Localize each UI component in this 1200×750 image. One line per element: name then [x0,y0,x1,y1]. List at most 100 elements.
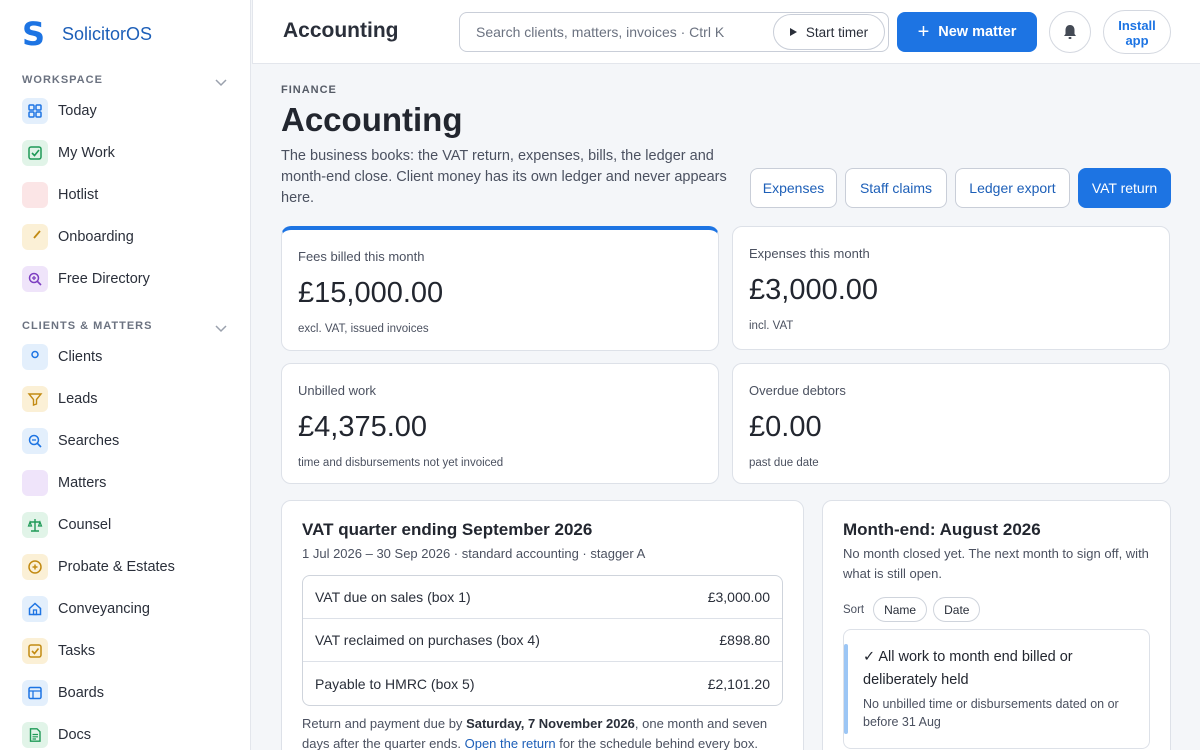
sidebar-item-docs[interactable]: Docs [22,720,237,750]
sidebar-item-my-work[interactable]: My Work [22,138,237,168]
checkbox-icon [22,638,48,664]
vat-panel-title: VAT quarter ending September 2026 [302,520,593,539]
sidebar-item-label: Boards [58,685,104,701]
header-title: Accounting [283,19,399,42]
brand-name: SolicitorOS [62,23,153,44]
install-app-button[interactable]: Install app [1103,10,1171,54]
stat-value: £15,000.00 [298,277,444,309]
sidebar-item-today[interactable]: Today [22,96,237,126]
sidebar-item-label: Docs [58,727,92,743]
sidebar-item-label: Matters [58,475,107,491]
sidebar-item-label: Onboarding [58,229,134,245]
vat-footer-prefix: Return and payment due by [302,716,467,731]
sidebar-item-counsel[interactable]: Counsel [22,510,237,540]
vat-footer-note: Return and payment due by Saturday, 7 No… [302,714,772,750]
sidebar-item-tasks[interactable]: Tasks [22,636,237,666]
check-subtitle: No unbilled time or disbursements dated … [863,697,1119,729]
sidebar-item-label: Conveyancing [58,601,150,617]
sidebar-item-label: Leads [58,391,98,407]
sidebar-item-label: Probate & Estates [58,559,175,575]
sidebar-item-matters[interactable]: Matters [22,468,237,498]
stat-card-overdue-debtors[interactable]: Overdue debtors £0.00 past due date [732,363,1170,484]
brand[interactable]: S SolicitorOS [22,18,153,50]
stat-value: £3,000.00 [749,274,879,306]
play-icon [789,28,797,36]
table-row[interactable]: VAT due on sales (box 1) £3,000.00 [303,576,782,619]
vat-row-value: £3,000.00 [707,589,770,605]
sidebar-item-clients[interactable]: Clients [22,342,237,372]
home-icon [22,596,48,622]
document-icon [22,722,48,748]
new-matter-button[interactable]: + New matter [897,12,1037,52]
start-timer-label: Start timer [805,24,869,40]
vat-return-button[interactable]: VAT return [1078,168,1171,208]
sidebar-item-label: Tasks [58,643,96,659]
table-row[interactable]: VAT reclaimed on purchases (box 4) £898.… [303,619,782,662]
sidebar-item-label: Searches [58,433,120,449]
sidebar-item-free-directory[interactable]: Free Directory [22,264,237,294]
sidebar-item-hotlist[interactable]: Hotlist [22,180,237,210]
vat-footer-suffix: for the schedule behind every box. [555,736,759,750]
sidebar-item-onboarding[interactable]: Onboarding [22,222,237,252]
ledger-export-button[interactable]: Ledger export [955,168,1070,208]
check-accent-bar [844,644,848,734]
install-label: Install [1118,18,1156,33]
stat-sub: incl. VAT [749,320,794,332]
sidebar-item-label: Clients [58,349,103,365]
month-end-subtitle: No month closed yet. The next month to s… [843,546,1149,581]
stat-card-expenses[interactable]: Expenses this month £3,000.00 incl. VAT [732,226,1170,350]
stat-sub: excl. VAT, issued invoices [298,323,429,335]
sidebar: S SolicitorOS WORKSPACE Today My Work Hotl… [0,0,251,750]
open-return-link[interactable]: Open the return [465,736,556,750]
page-eyebrow: FINANCE [281,84,337,96]
scales-icon [22,512,48,538]
chevron-down-icon[interactable] [214,75,228,89]
sidebar-item-probate-and-estates[interactable]: Probate & Estates [22,552,237,582]
sidebar-item-conveyancing[interactable]: Conveyancing [22,594,237,624]
sort-by-date-chip[interactable]: Date [933,597,981,622]
sidebar-item-label: Counsel [58,517,112,533]
folder-icon [22,470,48,496]
vat-row-value: £898.80 [719,632,770,648]
month-end-check-item[interactable]: ✓ All work to month end billed or delibe… [843,629,1150,749]
brush-icon [22,224,48,250]
sort-by-name-chip[interactable]: Name [873,597,928,622]
sort-label: Sort [843,603,865,616]
vat-row-label: VAT reclaimed on purchases (box 4) [315,632,540,648]
section-label-clients-matters: CLIENTS & MATTERS [22,320,153,332]
vat-due-date: Saturday, 7 November 2026 [466,716,635,731]
stat-value: £4,375.00 [298,411,428,443]
search-input[interactable] [476,13,776,51]
start-timer-button[interactable]: Start timer [773,14,885,50]
stat-label: Fees billed this month [298,249,425,264]
search-plus-icon [22,266,48,292]
new-matter-label: New matter [938,24,1017,40]
stat-label: Overdue debtors [749,383,846,398]
chevron-down-icon[interactable] [214,321,228,335]
staff-claims-button[interactable]: Staff claims [845,168,947,208]
vat-row-label: Payable to HMRC (box 5) [315,675,475,692]
notifications-button[interactable] [1049,11,1091,53]
user-icon [22,344,48,370]
stat-card-fees-billed[interactable]: Fees billed this month £15,000.00 excl. … [281,226,719,351]
vat-quarter-panel: VAT quarter ending September 2026 1 Jul … [281,500,804,750]
install-label-app: app [1125,33,1149,48]
sidebar-item-leads[interactable]: Leads [22,384,237,414]
sidebar-item-boards[interactable]: Boards [22,678,237,708]
month-end-title: Month-end: August 2026 [843,520,1041,539]
stat-card-unbilled-work[interactable]: Unbilled work £4,375.00 time and disburs… [281,363,719,484]
section-label-workspace: WORKSPACE [22,74,103,86]
sort-controls: Sort Name Date [843,597,981,622]
month-end-panel: Month-end: August 2026 No month closed y… [822,500,1171,750]
vat-row-label: VAT due on sales (box 1) [315,589,471,605]
board-icon [22,680,48,706]
sidebar-item-label: Free Directory [58,271,150,287]
sidebar-item-searches[interactable]: Searches [22,426,237,456]
expenses-button[interactable]: Expenses [750,168,837,208]
page-description: The business books: the VAT return, expe… [281,148,727,206]
table-row[interactable]: Payable to HMRC (box 5) £2,101.20 [303,662,782,705]
bell-icon [1064,25,1076,39]
vat-table: VAT due on sales (box 1) £3,000.00 VAT r… [302,575,783,706]
sidebar-item-label: My Work [58,145,115,161]
plus-icon: + [917,21,930,43]
